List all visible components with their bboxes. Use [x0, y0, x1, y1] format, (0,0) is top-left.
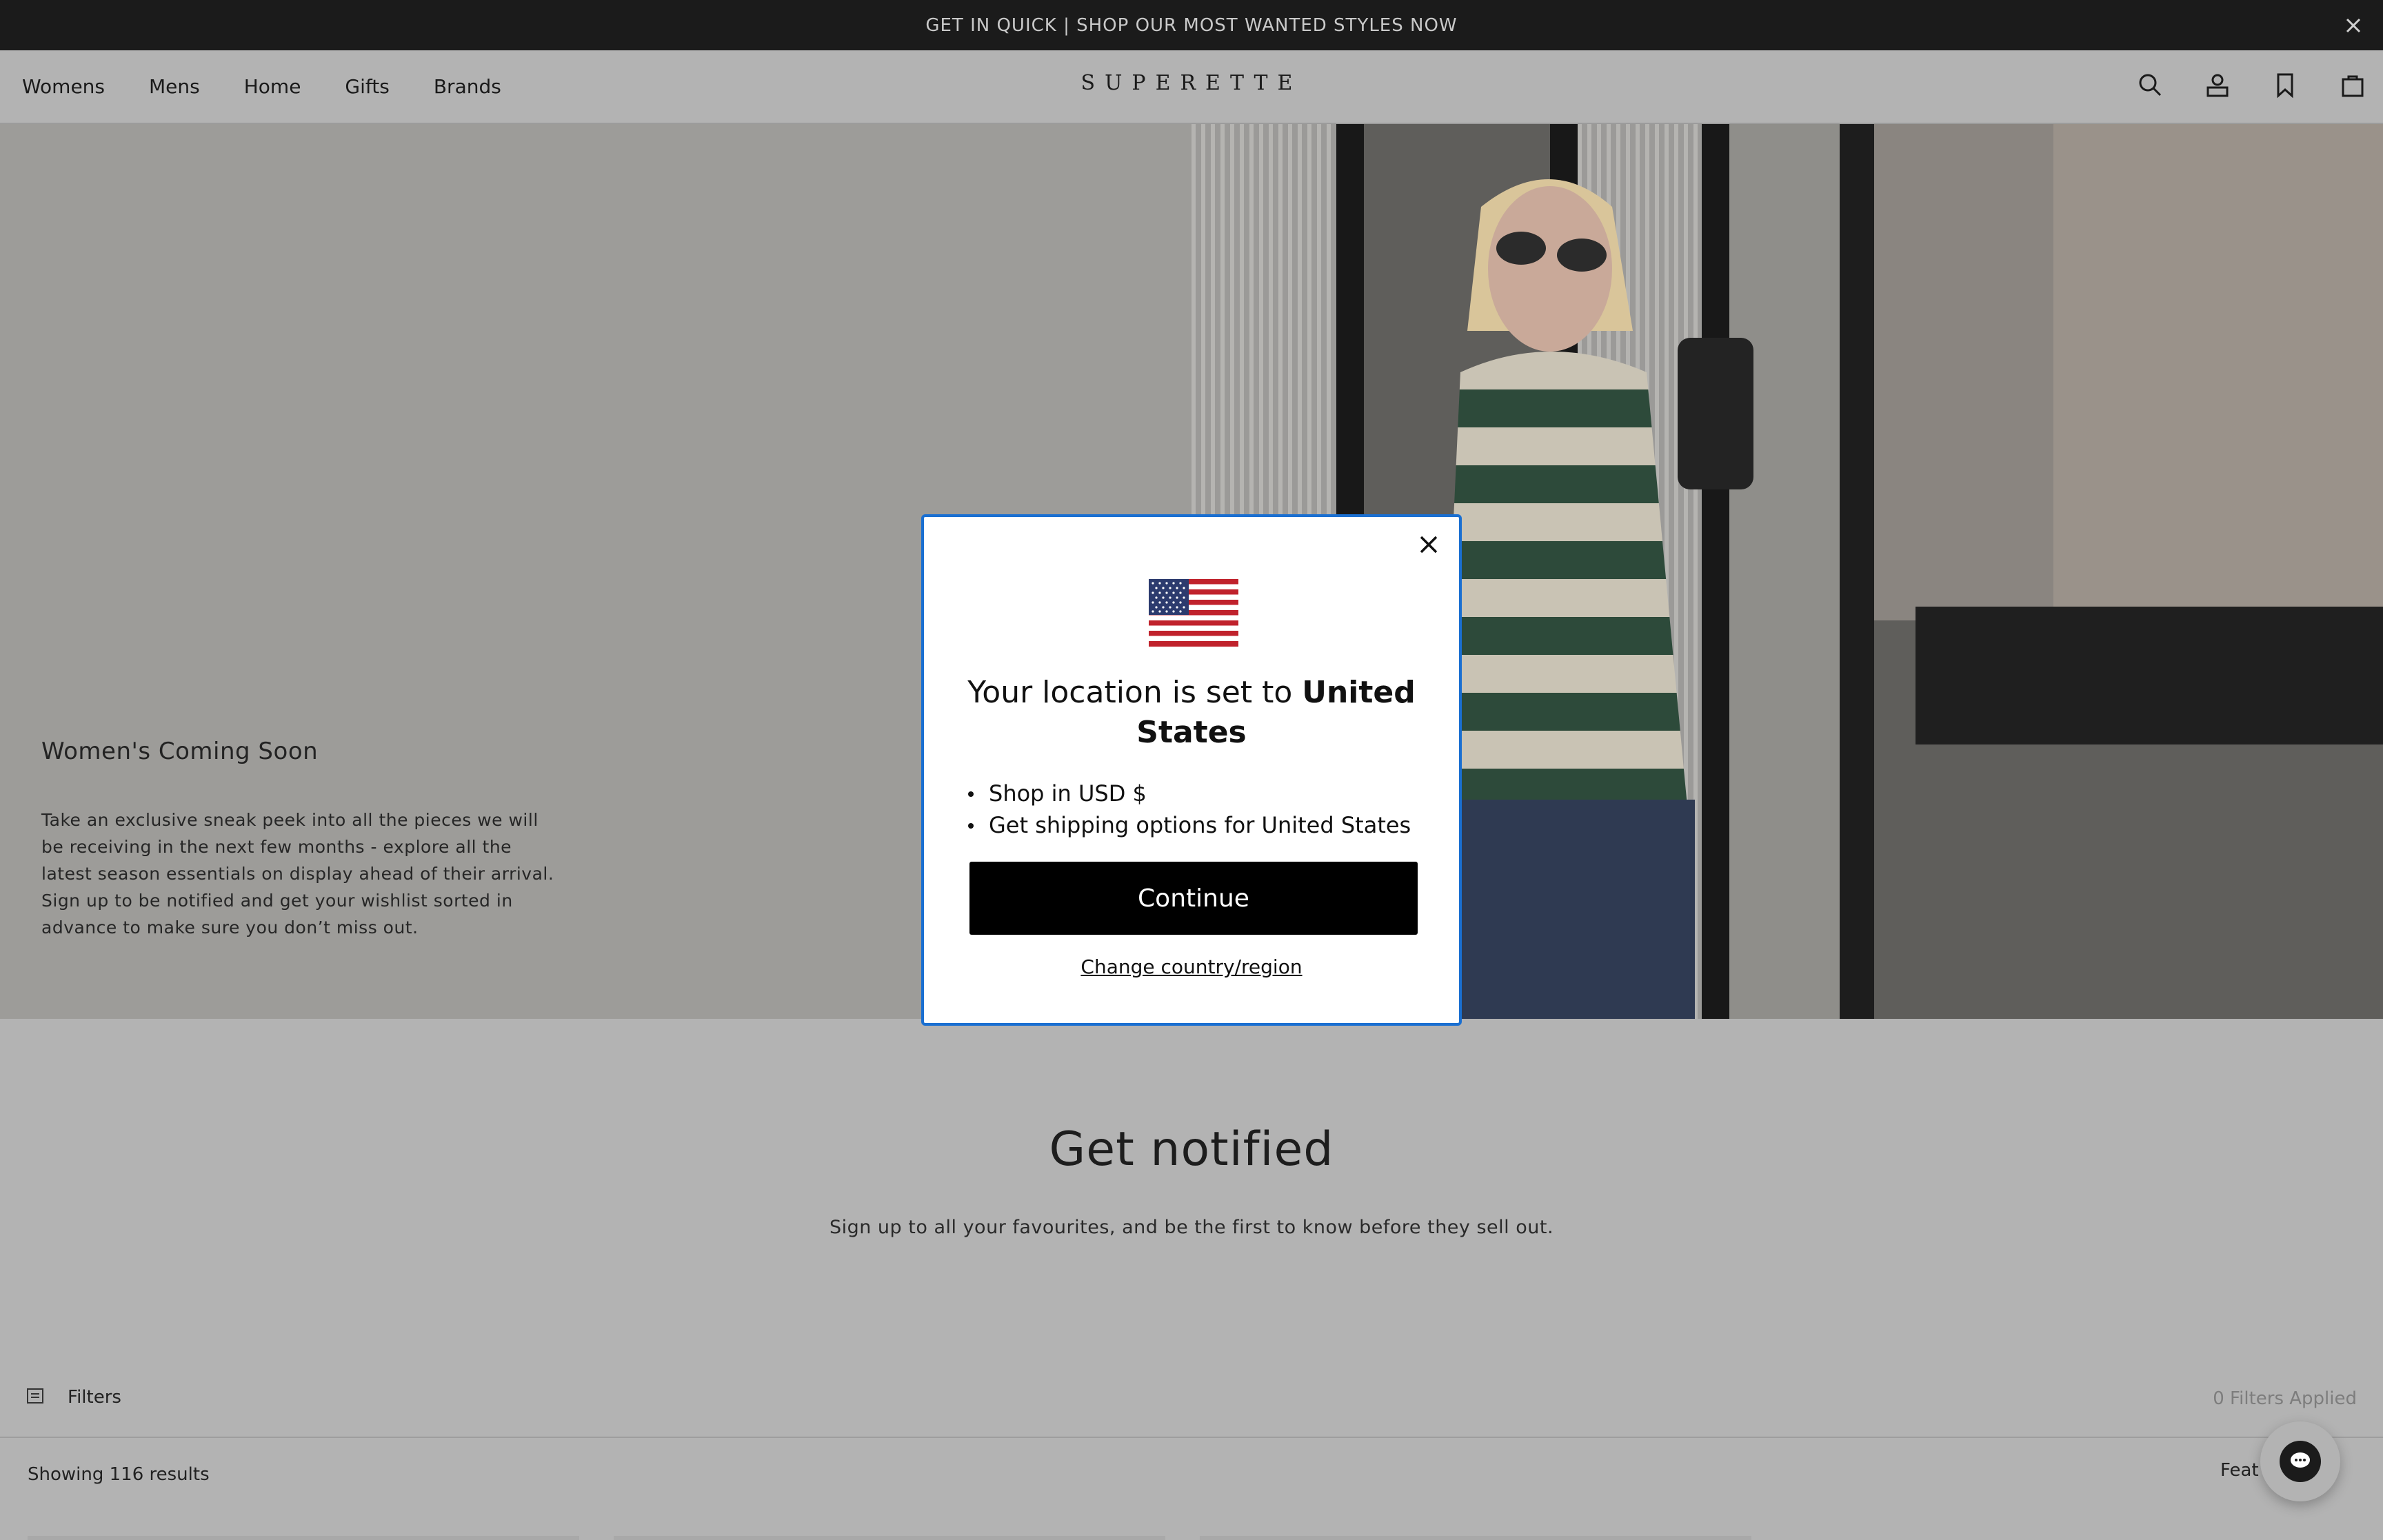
announcement-bar: GET IN QUICK | SHOP OUR MOST WANTED STYL…	[0, 0, 2383, 50]
announcement-text[interactable]: GET IN QUICK | SHOP OUR MOST WANTED STYL…	[925, 15, 1457, 36]
results-count: Showing 116 results	[28, 1464, 210, 1485]
product-card[interactable]	[614, 1536, 1165, 1540]
nav-item-womens[interactable]: Womens	[22, 75, 105, 98]
notified-title: Get notified	[1049, 1122, 1334, 1177]
account-icon[interactable]	[2201, 68, 2234, 101]
close-icon[interactable]	[2343, 15, 2364, 36]
filter-icon	[26, 1387, 44, 1408]
product-card[interactable]	[28, 1536, 579, 1540]
product-card[interactable]	[1200, 1536, 1751, 1540]
chat-icon	[2280, 1441, 2321, 1482]
filters-applied-count: 0 Filters Applied	[2213, 1388, 2357, 1409]
nav-item-mens[interactable]: Mens	[149, 75, 200, 98]
hero-body: Take an exclusive sneak peek into all th…	[41, 810, 554, 938]
hero-title: Women's Coming Soon	[41, 738, 319, 765]
modal-benefits-list: Shop in USD $ Get shipping options for U…	[967, 778, 1436, 841]
filters-button[interactable]: Filters	[26, 1387, 121, 1408]
bag-icon[interactable]	[2336, 68, 2369, 101]
notified-subtitle: Sign up to all your favourites, and be t…	[829, 1217, 1554, 1238]
change-country-link[interactable]: Change country/region	[924, 955, 1459, 978]
us-flag-icon	[1149, 579, 1238, 647]
nav-item-gifts[interactable]: Gifts	[345, 75, 389, 98]
modal-close-icon[interactable]	[1411, 527, 1447, 563]
filters-label: Filters	[68, 1387, 121, 1408]
modal-title-prefix: Your location is set to	[967, 675, 1303, 710]
sort-dropdown[interactable]: Feat	[2220, 1460, 2259, 1481]
search-icon[interactable]	[2133, 68, 2166, 101]
continue-button[interactable]: Continue	[969, 862, 1418, 935]
wishlist-icon[interactable]	[2269, 68, 2302, 101]
site-header: Womens Mens Home Gifts Brands SUPERETTE	[0, 50, 2383, 124]
location-modal: Your location is set to United States Sh…	[921, 514, 1462, 1026]
filters-bar: Filters 0 Filters Applied	[0, 1372, 2383, 1438]
modal-title: Your location is set to United States	[952, 673, 1431, 753]
chat-launcher[interactable]	[2260, 1421, 2340, 1501]
nav-item-home[interactable]: Home	[244, 75, 301, 98]
header-icons	[2133, 68, 2369, 101]
main-nav: Womens Mens Home Gifts Brands	[22, 50, 501, 123]
list-item: Get shipping options for United States	[967, 809, 1436, 841]
site-logo[interactable]: SUPERETTE	[1081, 71, 1303, 95]
nav-item-brands[interactable]: Brands	[434, 75, 501, 98]
list-item: Shop in USD $	[967, 778, 1436, 809]
